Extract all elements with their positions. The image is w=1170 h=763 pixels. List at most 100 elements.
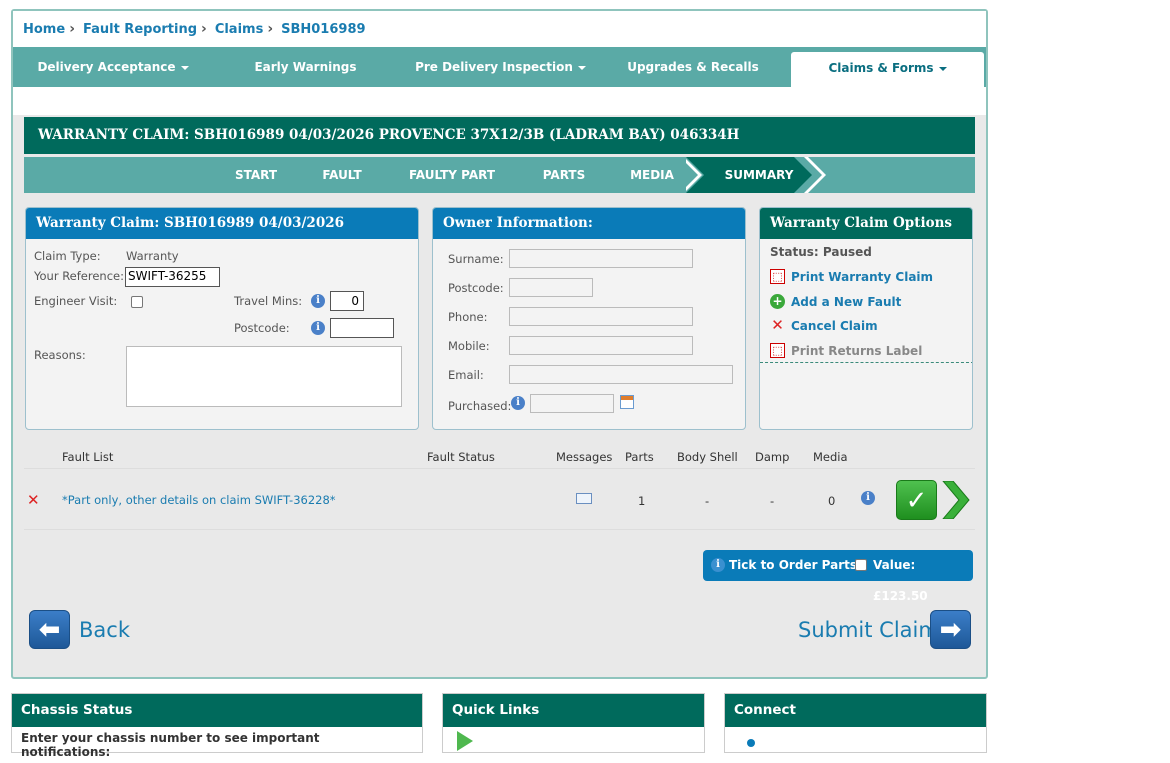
step-parts[interactable]: PARTS	[524, 157, 604, 193]
info-icon[interactable]: i	[511, 396, 525, 410]
claim-details-header: Warranty Claim: SBH016989 04/03/2026	[26, 208, 418, 239]
breadcrumb: Home › Fault Reporting › Claims › SBH016989	[13, 11, 986, 47]
col-damp: Damp	[755, 450, 790, 464]
nav-label: Delivery Acceptance	[37, 60, 176, 74]
connect-header: Connect	[725, 694, 986, 727]
option-label: Print Returns Label	[791, 343, 923, 358]
divider	[760, 362, 972, 363]
chevron-right-icon: ›	[69, 21, 75, 37]
pdf-icon: ⬚	[770, 269, 785, 284]
info-icon[interactable]: i	[311, 294, 325, 308]
reference-label: Your Reference:	[34, 269, 124, 283]
col-messages: Messages	[556, 450, 613, 464]
nav-label: Early Warnings	[254, 60, 357, 74]
submit-claim-button[interactable]: Submit Claim ➡	[798, 610, 973, 650]
connect-icon[interactable]	[747, 739, 755, 747]
surname-field	[509, 249, 693, 268]
nav-upgrades-recalls[interactable]: Upgrades & Recalls	[603, 47, 783, 87]
main-nav: Delivery Acceptance Early Warnings Pre D…	[13, 47, 986, 87]
caret-down-icon	[577, 65, 586, 70]
purchased-label: Purchased:	[448, 399, 512, 413]
email-label: Email:	[448, 368, 484, 382]
check-icon[interactable]: ✓	[896, 480, 937, 520]
step-fault[interactable]: FAULT	[306, 157, 378, 193]
step-start[interactable]: START	[214, 157, 298, 193]
col-fault-status: Fault Status	[427, 450, 495, 464]
breadcrumb-claims[interactable]: Claims	[215, 22, 264, 37]
nav-claims-forms[interactable]: Claims & Forms	[791, 52, 984, 87]
travel-mins-input[interactable]: 0	[330, 291, 364, 311]
col-parts: Parts	[625, 450, 654, 464]
owner-info-header: Owner Information:	[433, 208, 745, 239]
postcode-label: Postcode:	[234, 321, 290, 335]
print-warranty-claim-link[interactable]: ⬚ Print Warranty Claim	[770, 269, 933, 284]
add-icon: +	[770, 294, 785, 309]
mobile-label: Mobile:	[448, 339, 490, 353]
fault-media: 0	[828, 494, 836, 508]
fault-body-shell: -	[705, 494, 710, 508]
content-spacer	[13, 87, 986, 115]
info-icon[interactable]: i	[861, 491, 875, 505]
arrow-right-icon[interactable]	[941, 481, 971, 519]
phone-field	[509, 307, 693, 326]
col-media: Media	[813, 450, 848, 464]
chassis-prompt: Enter your chassis number to see importa…	[21, 731, 320, 759]
travel-mins-label: Travel Mins:	[234, 294, 303, 308]
claim-details-box: Warranty Claim: SBH016989 04/03/2026 Cla…	[25, 207, 419, 430]
fault-parts: 1	[638, 494, 646, 508]
play-icon[interactable]	[457, 731, 473, 751]
back-label: Back	[79, 618, 130, 642]
cancel-icon: ✕	[771, 316, 784, 334]
step-summary[interactable]: SUMMARY	[709, 157, 809, 193]
col-body-shell: Body Shell	[677, 450, 738, 464]
fault-description-link[interactable]: *Part only, other details on claim SWIFT…	[62, 493, 336, 507]
owner-postcode-label: Postcode:	[448, 281, 504, 295]
step-faulty-part[interactable]: FAULTY PART	[392, 157, 512, 193]
reference-input[interactable]: SWIFT-36255	[125, 267, 220, 287]
chassis-status-panel: Chassis Status Enter your chassis number…	[11, 693, 423, 759]
arrow-left-icon: ⬅	[29, 610, 70, 649]
order-parts-checkbox[interactable]	[855, 559, 867, 571]
order-parts-bar: i Tick to Order Parts: Value: £123.50	[703, 550, 973, 603]
message-icon[interactable]	[576, 493, 592, 504]
nav-early-warnings[interactable]: Early Warnings	[213, 47, 398, 87]
cancel-claim-link[interactable]: ✕ Cancel Claim	[770, 316, 878, 334]
main-panel: Home › Fault Reporting › Claims › SBH016989…	[11, 9, 988, 679]
claim-type-label: Claim Type:	[34, 249, 101, 263]
back-button[interactable]: ⬅ Back	[29, 610, 139, 650]
add-new-fault-link[interactable]: + Add a New Fault	[770, 294, 901, 309]
owner-info-box: Owner Information: Surname: Postcode: Ph…	[432, 207, 746, 430]
order-parts-label: Tick to Order Parts:	[729, 558, 862, 572]
postcode-input[interactable]	[330, 318, 394, 338]
claim-steps: START FAULT FAULTY PART PARTS MEDIA SUMM…	[24, 157, 975, 193]
chevron-right-icon: ›	[267, 21, 274, 37]
nav-pre-delivery-inspection[interactable]: Pre Delivery Inspection	[398, 47, 603, 87]
divider	[24, 529, 975, 530]
engineer-visit-checkbox[interactable]	[131, 296, 143, 308]
claim-status: Status: Paused	[770, 245, 872, 259]
chassis-status-header: Chassis Status	[12, 694, 422, 727]
info-icon[interactable]: i	[311, 321, 325, 335]
option-label: Add a New Fault	[791, 294, 902, 309]
arrow-right-icon: ➡	[930, 610, 971, 649]
breadcrumb-current[interactable]: SBH016989	[281, 22, 365, 37]
claim-options-box: Warranty Claim Options Status: Paused ⬚ P…	[759, 207, 973, 430]
breadcrumb-fault-reporting[interactable]: Fault Reporting	[83, 22, 197, 37]
step-media[interactable]: MEDIA	[612, 157, 692, 193]
claim-type-value: Warranty	[126, 249, 179, 263]
quick-links-panel: Quick Links	[442, 693, 705, 753]
calendar-icon[interactable]	[620, 395, 634, 409]
reasons-textarea[interactable]	[126, 346, 402, 407]
info-icon[interactable]: i	[711, 558, 725, 572]
caret-down-icon	[180, 65, 189, 70]
caret-down-icon	[938, 66, 947, 71]
reasons-label: Reasons:	[34, 348, 86, 362]
order-value: Value: £123.50	[873, 558, 928, 603]
option-label: Cancel Claim	[791, 318, 878, 333]
breadcrumb-home[interactable]: Home	[23, 22, 65, 37]
purchased-field	[530, 394, 614, 413]
email-field	[509, 365, 733, 384]
option-label: Print Warranty Claim	[791, 269, 934, 284]
delete-fault-icon[interactable]: ✕	[27, 491, 40, 509]
nav-delivery-acceptance[interactable]: Delivery Acceptance	[13, 47, 213, 87]
